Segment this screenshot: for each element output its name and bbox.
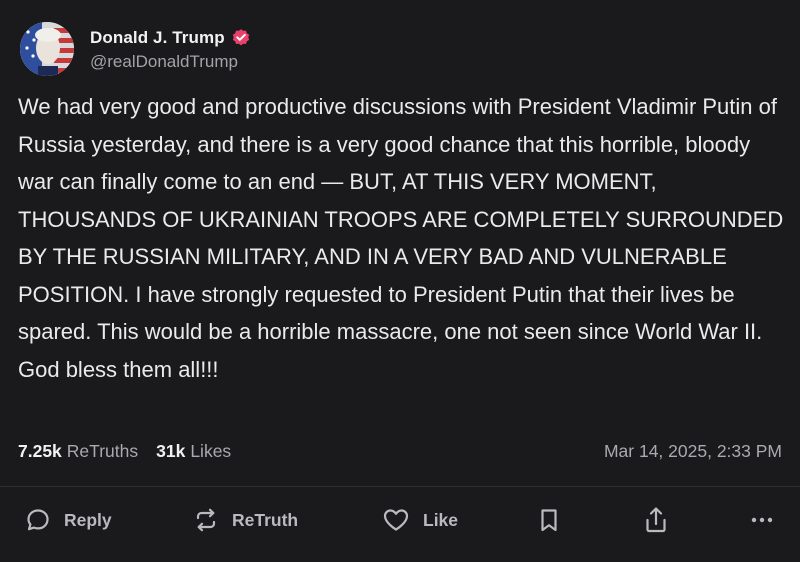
retruths-label[interactable]: ReTruths (67, 441, 138, 462)
share-button[interactable] (642, 500, 670, 540)
handle[interactable]: @realDonaldTrump (90, 52, 251, 72)
likes-count[interactable]: 31k (156, 441, 185, 462)
like-button[interactable]: Like (381, 500, 458, 540)
avatar[interactable] (20, 22, 74, 76)
retruth-button[interactable]: ReTruth (192, 500, 298, 540)
more-button[interactable] (748, 500, 776, 540)
display-name[interactable]: Donald J. Trump (90, 28, 225, 48)
name-row: Donald J. Trump (90, 26, 251, 50)
divider (0, 486, 800, 487)
retruths-count[interactable]: 7.25k (18, 441, 62, 462)
bookmark-icon (536, 506, 562, 534)
bookmark-button[interactable] (536, 500, 562, 540)
likes-label[interactable]: Likes (190, 441, 231, 462)
post-stats: 7.25k ReTruths 31k Likes Mar 14, 2025, 2… (18, 436, 782, 466)
avatar-image (20, 22, 74, 76)
verified-badge-icon (231, 28, 251, 48)
like-label: Like (423, 509, 459, 530)
post-text: We had very good and productive discussi… (18, 94, 784, 382)
post-card: Donald J. Trump @realDonaldTrump We had … (0, 0, 800, 562)
reply-label: Reply (64, 509, 112, 530)
more-icon (748, 506, 776, 534)
post-timestamp[interactable]: Mar 14, 2025, 2:33 PM (604, 441, 782, 462)
like-icon (381, 506, 411, 534)
retruth-icon (192, 506, 220, 534)
reply-button[interactable]: Reply (24, 500, 112, 540)
author-info: Donald J. Trump @realDonaldTrump (90, 26, 251, 72)
action-bar: Reply ReTruth Like (0, 500, 800, 540)
share-icon (642, 505, 670, 535)
reply-icon (24, 506, 52, 534)
retruth-label: ReTruth (232, 509, 299, 530)
post-header: Donald J. Trump @realDonaldTrump (20, 20, 251, 78)
